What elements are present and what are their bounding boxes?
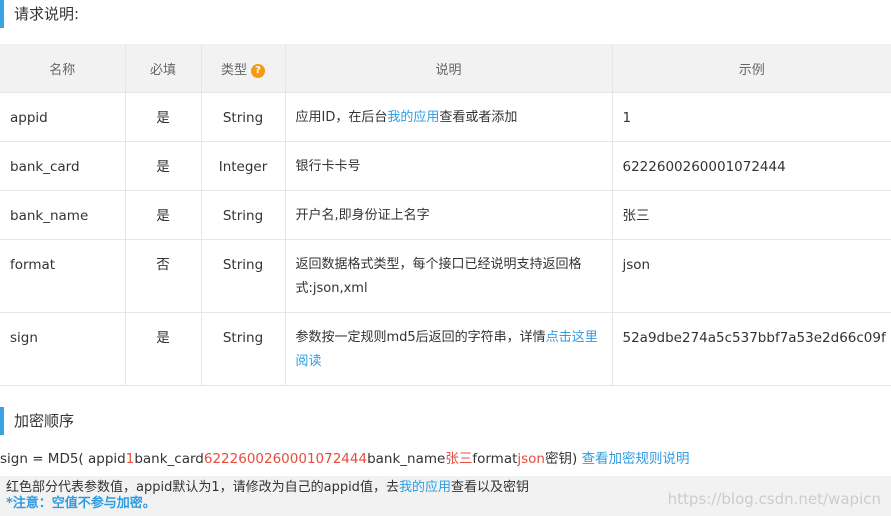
table-header-row: 名称 必填 类型? 说明 示例 xyxy=(0,44,891,93)
table-row: sign 是 String 参数按一定规则md5后返回的字符串，详情点击这里阅读… xyxy=(0,312,891,386)
param-required: 是 xyxy=(125,312,202,386)
param-name: bank_name xyxy=(0,190,126,240)
param-example: 张三 xyxy=(612,190,891,240)
param-name: bank_card xyxy=(0,141,126,191)
watermark: https://blog.csdn.net/wapicn xyxy=(667,490,881,508)
formula-part: bank_card xyxy=(134,451,204,467)
param-description: 返回数据格式类型，每个接口已经说明支持返回格式:json,xml xyxy=(285,239,613,313)
formula-part: 密钥) xyxy=(545,451,582,467)
header-type: 类型? xyxy=(201,44,286,93)
header-name: 名称 xyxy=(0,44,126,93)
param-description: 应用ID，在后台我的应用查看或者添加 xyxy=(285,92,613,142)
desc-text-post: 查看或者添加 xyxy=(439,110,518,125)
table-row: bank_name 是 String 开户名,即身份证上名字 张三 xyxy=(0,190,891,240)
param-type: String xyxy=(201,239,286,313)
formula-value: json xyxy=(517,451,545,467)
param-required: 是 xyxy=(125,190,202,240)
param-type: String xyxy=(201,92,286,142)
formula-part: format xyxy=(472,451,518,467)
header-required: 必填 xyxy=(125,44,202,93)
param-required: 是 xyxy=(125,92,202,142)
param-description: 参数按一定规则md5后返回的字符串，详情点击这里阅读 xyxy=(285,312,613,386)
sign-formula: sign = MD5( appid1bank_card6222600260001… xyxy=(0,447,690,467)
note-text: 红色部分代表参数值，appid默认为1，请修改为自己的appid值，去 xyxy=(6,480,399,495)
param-required: 否 xyxy=(125,239,202,313)
desc-text: 参数按一定规则md5后返回的字符串，详情 xyxy=(295,330,546,345)
param-example: 6222600260001072444 xyxy=(612,141,891,191)
param-example: 52a9dbe274a5c537bbf7a53e2d66c09f xyxy=(612,312,891,386)
my-apps-link[interactable]: 我的应用 xyxy=(387,110,439,125)
formula-value: 张三 xyxy=(445,451,473,467)
formula-part: bank_name xyxy=(367,451,446,467)
desc-text: 应用ID，在后台 xyxy=(295,110,388,125)
header-example: 示例 xyxy=(612,44,891,93)
param-type: String xyxy=(201,312,286,386)
formula-part: sign = MD5( appid xyxy=(0,451,126,467)
param-name: appid xyxy=(0,92,126,142)
param-description: 银行卡卡号 xyxy=(285,141,613,191)
encryption-rules-link[interactable]: 查看加密规则说明 xyxy=(582,451,690,467)
param-type: String xyxy=(201,190,286,240)
table-row: bank_card 是 Integer 银行卡卡号 62226002600010… xyxy=(0,141,891,191)
note-text-post: 查看以及密钥 xyxy=(450,480,529,495)
header-description: 说明 xyxy=(285,44,613,93)
params-table: 名称 必填 类型? 说明 示例 appid 是 String 应用ID，在后台我… xyxy=(0,44,891,386)
header-type-label: 类型 xyxy=(220,62,247,78)
param-example: 1 xyxy=(612,92,891,142)
param-type: Integer xyxy=(201,141,286,191)
param-required: 是 xyxy=(125,141,202,191)
help-icon[interactable]: ? xyxy=(251,63,265,78)
param-example: json xyxy=(612,239,891,313)
param-description: 开户名,即身份证上名字 xyxy=(285,190,613,240)
request-description-title: 请求说明: xyxy=(0,0,79,28)
param-name: format xyxy=(0,239,126,313)
formula-value: 6222600260001072444 xyxy=(203,451,368,467)
param-name: sign xyxy=(0,312,126,386)
table-row: format 否 String 返回数据格式类型，每个接口已经说明支持返回格式:… xyxy=(0,239,891,313)
table-row: appid 是 String 应用ID，在后台我的应用查看或者添加 1 xyxy=(0,92,891,142)
encryption-order-title: 加密顺序 xyxy=(0,407,74,435)
note-my-apps-link[interactable]: 我的应用 xyxy=(399,480,451,495)
